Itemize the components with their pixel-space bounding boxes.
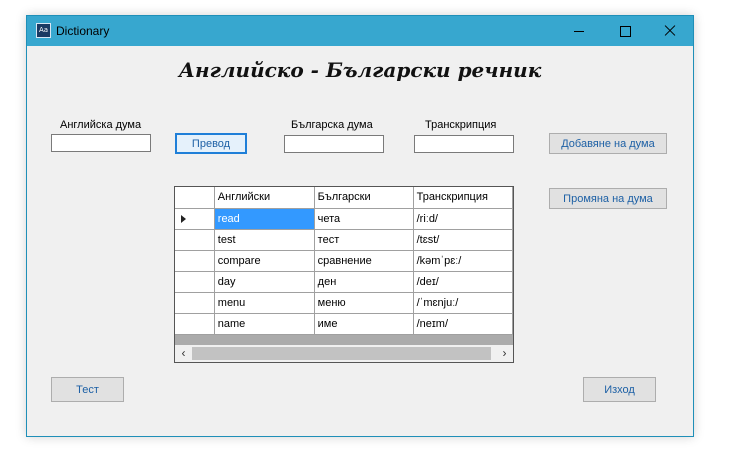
cell-transcription[interactable]: /tɛst/ (413, 229, 513, 251)
scrollbar-thumb[interactable] (192, 347, 491, 360)
exit-button[interactable]: Изход (583, 377, 656, 402)
cell-english[interactable]: test (214, 229, 315, 251)
bulgarian-word-label: Българска дума (291, 119, 373, 131)
edit-word-button[interactable]: Промяна на дума (549, 188, 667, 209)
english-word-input[interactable] (51, 134, 151, 152)
app-icon: Aa (36, 23, 51, 38)
title-bar[interactable]: Aa Dictionary (27, 16, 693, 46)
words-table: Английски Български Транскрипция read че… (175, 187, 513, 335)
translate-button[interactable]: Превод (175, 133, 247, 154)
maximize-icon (619, 25, 631, 37)
table-row[interactable]: compare сравнение /kəmˈpɛː/ (175, 250, 513, 272)
scroll-left-arrow-icon[interactable]: ‹ (175, 345, 192, 362)
maximize-button[interactable] (602, 16, 648, 46)
test-button[interactable]: Тест (51, 377, 124, 402)
cell-transcription[interactable]: /riːd/ (413, 208, 513, 230)
scroll-right-arrow-icon[interactable]: › (496, 345, 513, 362)
cell-bulgarian[interactable]: чета (314, 208, 414, 230)
table-row[interactable]: day ден /deɪ/ (175, 271, 513, 293)
minimize-icon (574, 30, 584, 32)
table-row[interactable]: test тест /tɛst/ (175, 229, 513, 251)
cell-english[interactable]: read (214, 208, 315, 230)
row-header-corner (175, 187, 215, 209)
cell-transcription[interactable]: /deɪ/ (413, 271, 513, 293)
row-header[interactable] (175, 229, 215, 251)
page-title: Английско - Български речник (178, 58, 542, 82)
cell-bulgarian[interactable]: меню (314, 292, 414, 314)
add-word-button[interactable]: Добавяне на дума (549, 133, 667, 154)
cell-english[interactable]: compare (214, 250, 315, 272)
table-row[interactable]: name име /neɪm/ (175, 313, 513, 335)
cell-bulgarian[interactable]: ден (314, 271, 414, 293)
transcription-label: Транскрипция (425, 119, 497, 131)
transcription-input[interactable] (414, 135, 514, 153)
column-header-transcription[interactable]: Транскрипция (413, 187, 513, 209)
row-header[interactable] (175, 271, 215, 293)
close-icon (664, 25, 676, 37)
row-header[interactable] (175, 250, 215, 272)
column-header-bulgarian[interactable]: Български (314, 187, 414, 209)
cell-bulgarian[interactable]: сравнение (314, 250, 414, 272)
dictionary-window: Aa Dictionary Английско - Български речн… (26, 15, 694, 437)
column-header-english[interactable]: Английски (214, 187, 315, 209)
cell-transcription[interactable]: /kəmˈpɛː/ (413, 250, 513, 272)
current-row-arrow-icon (181, 214, 186, 223)
cell-transcription[interactable]: /neɪm/ (413, 313, 513, 335)
cell-english[interactable]: name (214, 313, 315, 335)
cell-bulgarian[interactable]: тест (314, 229, 414, 251)
bulgarian-word-input[interactable] (284, 135, 384, 153)
grid-header-row: Английски Български Транскрипция (175, 187, 513, 209)
english-word-label: Английска дума (60, 119, 142, 131)
minimize-button[interactable] (556, 16, 602, 46)
cell-english[interactable]: menu (214, 292, 315, 314)
table-row[interactable]: menu меню /ˈmɛnjuː/ (175, 292, 513, 314)
cell-transcription[interactable]: /ˈmɛnjuː/ (413, 292, 513, 314)
cell-english[interactable]: day (214, 271, 315, 293)
row-header[interactable] (175, 292, 215, 314)
horizontal-scrollbar[interactable]: ‹ › (175, 345, 513, 362)
table-row[interactable]: read чета /riːd/ (175, 208, 513, 230)
window-title: Dictionary (56, 24, 110, 38)
words-grid[interactable]: Английски Български Транскрипция read че… (174, 186, 514, 363)
close-button[interactable] (647, 16, 693, 46)
row-header[interactable] (175, 208, 215, 230)
cell-bulgarian[interactable]: име (314, 313, 414, 335)
row-header[interactable] (175, 313, 215, 335)
